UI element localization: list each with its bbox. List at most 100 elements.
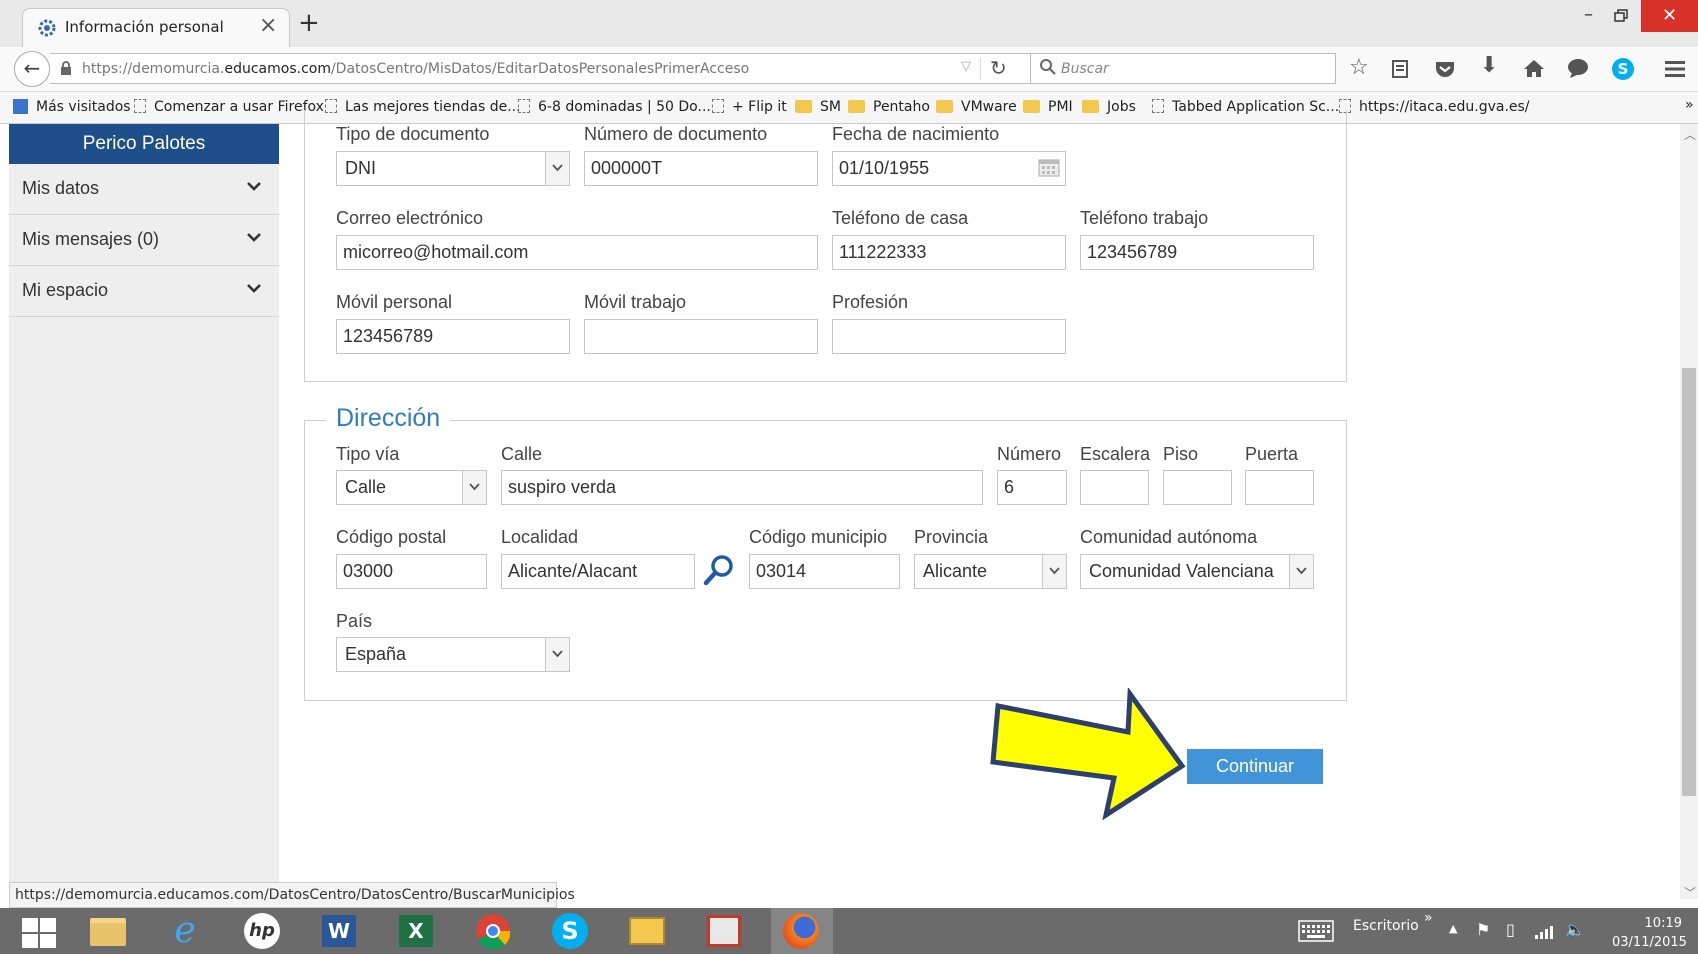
escritorio-label[interactable]: Escritorio	[1353, 918, 1419, 934]
dropdown-arrow-icon	[545, 152, 569, 185]
download-icon[interactable]: ⬇	[1480, 53, 1498, 78]
new-tab-button[interactable]: +	[298, 8, 320, 38]
scrollbar-thumb[interactable]	[1682, 368, 1696, 796]
correo-input[interactable]: micorreo@hotmail.com	[336, 235, 818, 270]
numero-documento-input[interactable]: 000000T	[584, 151, 818, 186]
internet-explorer-icon[interactable]: e	[157, 912, 213, 950]
piso-input[interactable]	[1163, 470, 1232, 505]
gear-favicon-icon	[38, 19, 56, 37]
telefono-casa-input[interactable]: 111222333	[832, 235, 1066, 270]
codigo-municipio-input[interactable]: 03014	[749, 554, 900, 589]
battery-icon[interactable]: ▯	[1506, 920, 1515, 939]
windows-start-icon[interactable]	[22, 918, 56, 948]
piso-label: Piso	[1163, 444, 1199, 464]
bookmark-comenzar-firefox[interactable]: Comenzar a usar Firefox	[134, 99, 324, 115]
chevron-down-icon	[247, 182, 261, 191]
excel-icon[interactable]: X	[388, 912, 444, 950]
tipo-documento-select[interactable]: DNI	[336, 151, 570, 186]
toolbar-more-icon[interactable]: »	[1424, 910, 1433, 926]
pais-label: País	[336, 611, 373, 631]
puerta-input[interactable]	[1245, 470, 1314, 505]
fecha-nacimiento-input[interactable]: 01/10/1955	[832, 151, 1066, 186]
file-explorer-icon[interactable]	[80, 912, 136, 950]
movil-trabajo-input[interactable]	[584, 319, 818, 354]
pdf-reader-icon[interactable]	[696, 912, 752, 950]
close-window-button[interactable]: ✕	[1641, 0, 1698, 32]
calendar-icon[interactable]	[1038, 157, 1060, 177]
annotation-arrow-icon	[990, 688, 1186, 820]
telefono-casa-label: Teléfono de casa	[832, 208, 969, 228]
hp-icon[interactable]: hp	[234, 912, 290, 950]
sidebar-item-mis-datos[interactable]: Mis datos	[9, 164, 279, 215]
comunidad-label: Comunidad autónoma	[1080, 527, 1258, 547]
show-hidden-icons-icon[interactable]: ▲	[1449, 922, 1457, 935]
dropdown-arrow-icon	[462, 471, 486, 504]
volume-muted-icon[interactable]: 🔈	[1565, 920, 1585, 939]
word-icon[interactable]: W	[311, 912, 367, 950]
codigo-postal-input[interactable]: 03000	[336, 554, 487, 589]
scroll-up-icon[interactable]: ︿	[1684, 126, 1696, 143]
bookmark-itaca[interactable]: https://itaca.edu.gva.es/	[1339, 99, 1530, 115]
comunidad-select[interactable]: Comunidad Valenciana	[1080, 554, 1314, 589]
search-bar[interactable]: Buscar	[1030, 53, 1336, 84]
tipo-documento-label: Tipo de documento	[336, 124, 490, 144]
signal-icon[interactable]	[1534, 924, 1554, 940]
provincia-select[interactable]: Alicante	[914, 554, 1067, 589]
bookmark-star-icon[interactable]: ☆	[1349, 55, 1369, 80]
browser-tab[interactable]: Información personal ×	[22, 8, 290, 47]
clock[interactable]: 10:19 03/11/2015	[1612, 914, 1687, 952]
action-center-flag-icon[interactable]: ⚑	[1476, 920, 1490, 939]
hamburger-menu-icon[interactable]	[1664, 60, 1686, 78]
close-tab-icon[interactable]: ×	[259, 13, 277, 38]
search-municipio-icon[interactable]	[701, 553, 737, 589]
restore-icon[interactable]	[1614, 9, 1628, 23]
pocket-icon[interactable]	[1434, 59, 1456, 79]
url-bar[interactable]: https://demomurcia.educamos.com/DatosCen…	[50, 53, 1055, 84]
chevron-down-icon	[247, 233, 261, 242]
lock-icon	[61, 61, 71, 75]
provincia-label: Provincia	[914, 527, 989, 547]
page-icon	[134, 99, 146, 113]
bookmarks-overflow-button[interactable]: »	[1685, 97, 1694, 113]
tab-strip: Información personal × + – ✕	[0, 0, 1698, 47]
escalera-input[interactable]	[1080, 470, 1149, 505]
localidad-input[interactable]: Alicante/Alacant	[501, 554, 695, 589]
chrome-icon[interactable]	[465, 912, 521, 950]
skype-taskbar-icon[interactable]: S	[542, 912, 598, 950]
minimize-icon[interactable]: –	[1584, 4, 1593, 25]
bookmark-mas-visitados[interactable]: Más visitados	[13, 99, 131, 115]
localidad-label: Localidad	[501, 527, 579, 547]
profesion-input[interactable]	[832, 319, 1066, 354]
telefono-trabajo-input[interactable]: 123456789	[1080, 235, 1314, 270]
dropdown-arrow-icon	[1042, 555, 1066, 588]
sidebar-item-mis-mensajes[interactable]: Mis mensajes (0)	[9, 215, 279, 266]
codigo-postal-label: Código postal	[336, 527, 447, 547]
reload-icon[interactable]: ↻	[990, 56, 1007, 80]
status-link-preview: https://demomurcia.educamos.com/DatosCen…	[9, 882, 575, 908]
scroll-down-icon[interactable]: ﹀	[1684, 884, 1696, 901]
back-button[interactable]: ←	[14, 51, 50, 87]
dropdown-arrow-icon	[545, 638, 569, 671]
pais-select[interactable]: España	[336, 637, 570, 672]
skype-icon[interactable]: S	[1612, 58, 1634, 80]
bookmarks-menu-icon[interactable]	[1391, 59, 1409, 79]
outlook-icon[interactable]	[619, 912, 675, 950]
search-icon	[1040, 59, 1056, 75]
movil-trabajo-label: Móvil trabajo	[584, 292, 687, 312]
escalera-label: Escalera	[1080, 444, 1151, 464]
numero-input[interactable]: 6	[997, 470, 1067, 505]
sidebar-item-mi-espacio[interactable]: Mi espacio	[9, 266, 279, 317]
navigation-bar: https://demomurcia.educamos.com/DatosCen…	[0, 47, 1698, 92]
chat-icon[interactable]	[1567, 58, 1589, 78]
direccion-legend: Dirección	[326, 404, 451, 433]
tipo-via-select[interactable]: Calle	[336, 470, 487, 505]
url-text: https://demomurcia.educamos.com/DatosCen…	[82, 61, 750, 77]
url-history-dropdown-icon[interactable]: ▽	[961, 59, 971, 74]
calle-input[interactable]: suspiro verda	[501, 470, 983, 505]
home-icon[interactable]	[1523, 58, 1545, 78]
movil-personal-input[interactable]: 123456789	[336, 319, 570, 354]
firefox-taskbar-icon[interactable]	[771, 908, 833, 954]
most-visited-icon	[13, 99, 28, 114]
keyboard-icon[interactable]	[1298, 920, 1334, 942]
continuar-button[interactable]: Continuar	[1187, 749, 1323, 784]
